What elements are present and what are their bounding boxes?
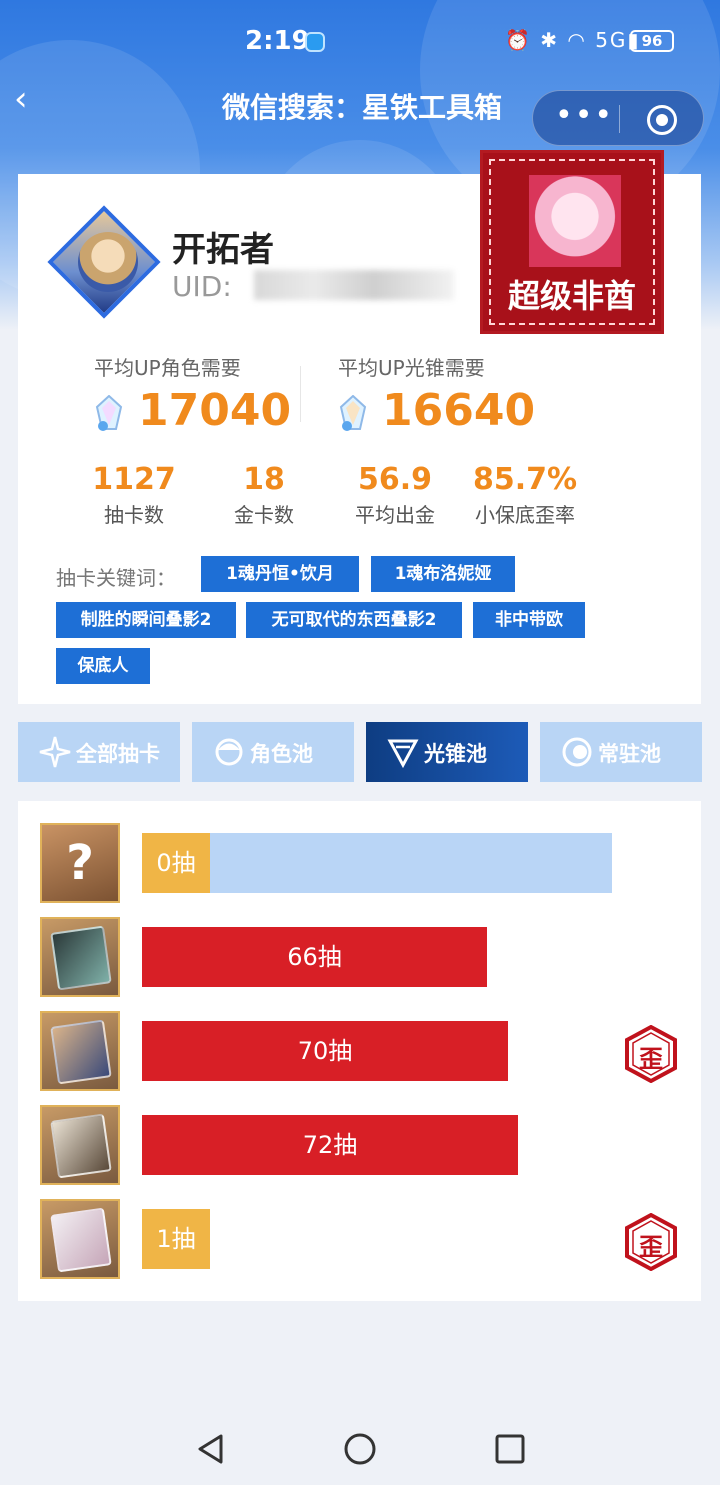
status-bar: 2:19 ⏰ ✱ ◠ 5G▮ 96 xyxy=(0,18,720,68)
stat-avg-gold: 56.9 平均出金 xyxy=(325,462,465,528)
light-cone-thumbnail xyxy=(40,1011,120,1091)
status-time: 2:19 xyxy=(245,26,310,56)
tab-label: 全部抽卡 xyxy=(76,742,160,766)
back-triangle-icon[interactable] xyxy=(194,1432,228,1466)
page-title: 微信搜索：星铁工具箱 xyxy=(222,91,503,124)
lost-5050-badge: 歪 xyxy=(622,1024,680,1084)
pull-record-row[interactable]: 1抽 歪 xyxy=(18,1199,701,1279)
keywords-label: 抽卡关键词： xyxy=(56,566,176,590)
pull-bar: 0抽 xyxy=(142,833,210,893)
keyword-tag: 1魂丹恒•饮月 xyxy=(201,556,359,592)
badge-character-portrait xyxy=(529,175,621,267)
stat-loss-rate: 85.7% 小保底歪率 xyxy=(455,462,595,528)
stat-label: 抽卡数 xyxy=(104,503,164,527)
standard-pool-icon xyxy=(562,737,592,767)
pull-record-row[interactable]: ? 0抽 xyxy=(18,823,701,903)
tab-standard-pool[interactable]: 常驻池 xyxy=(540,722,702,782)
light-cone-thumbnail xyxy=(40,1199,120,1279)
avg-light-cone-value: 16640 xyxy=(382,385,536,436)
character-icon xyxy=(215,738,243,766)
tab-label: 角色池 xyxy=(250,742,313,766)
uid-redacted xyxy=(254,270,454,300)
pull-bar-track xyxy=(142,833,612,893)
question-mark-icon: ? xyxy=(66,835,94,891)
pull-records-panel: ? 0抽 66抽 70抽 歪 72抽 1抽 歪 xyxy=(18,801,701,1301)
light-cone-thumbnail xyxy=(40,1105,120,1185)
pull-record-row[interactable]: 70抽 歪 xyxy=(18,1011,701,1091)
close-mini-program-icon[interactable] xyxy=(647,105,677,135)
unknown-item-thumbnail: ? xyxy=(40,823,120,903)
pull-bar: 72抽 xyxy=(142,1115,518,1175)
pull-record-row[interactable]: 72抽 xyxy=(18,1105,701,1185)
stat-value: 18 xyxy=(243,462,285,497)
keyword-tag: 1魂布洛妮娅 xyxy=(371,556,515,592)
pull-bar: 66抽 xyxy=(142,927,487,987)
stat-gold-count: 18 金卡数 xyxy=(194,462,334,528)
battery-icon: 96 xyxy=(630,30,674,52)
tab-light-cone-pool[interactable]: 光锥池 xyxy=(366,722,528,782)
back-button[interactable]: ‹ xyxy=(14,82,44,116)
stellar-jade-icon xyxy=(339,395,367,431)
keyword-tag: 非中带欧 xyxy=(473,602,585,638)
stat-label: 金卡数 xyxy=(234,503,294,527)
light-cone-card-art xyxy=(50,1113,112,1179)
lost-badge-text: 歪 xyxy=(639,1233,663,1261)
light-cone-card-art xyxy=(50,925,112,991)
capsule-divider xyxy=(619,105,620,133)
light-cone-card-art xyxy=(50,1207,112,1273)
keyword-tag: 制胜的瞬间叠影2 xyxy=(56,602,236,638)
recents-square-icon[interactable] xyxy=(493,1432,527,1466)
network-type: 5G xyxy=(595,28,628,52)
home-circle-icon[interactable] xyxy=(343,1432,377,1466)
avg-light-cone-block: 平均UP光锥需要 16640 xyxy=(338,352,535,441)
stat-label: 平均出金 xyxy=(355,503,435,527)
stat-value: 85.7% xyxy=(472,462,578,497)
stat-value: 56.9 xyxy=(357,462,433,497)
super-unlucky-badge: 超级非酋 xyxy=(480,150,664,334)
system-navigation-bar xyxy=(0,1410,720,1485)
pull-bar: 70抽 xyxy=(142,1021,508,1081)
tab-label: 光锥池 xyxy=(424,742,487,766)
sparkle-icon xyxy=(39,736,71,768)
light-cone-icon xyxy=(387,739,419,769)
badge-text: 超级非酋 xyxy=(507,277,636,315)
pull-record-row[interactable]: 66抽 xyxy=(18,917,701,997)
tab-all-pulls[interactable]: 全部抽卡 xyxy=(18,722,180,782)
more-icon[interactable]: ••• xyxy=(555,101,614,131)
avg-character-value: 17040 xyxy=(138,385,292,436)
avatar xyxy=(78,232,138,292)
tab-label: 常驻池 xyxy=(598,742,661,766)
status-icons: ⏰ ✱ ◠ 5G▮ xyxy=(505,28,641,52)
light-cone-card-art xyxy=(50,1019,112,1085)
light-cone-thumbnail xyxy=(40,917,120,997)
avg-character-block: 平均UP角色需要 17040 xyxy=(94,352,291,441)
message-notification-icon xyxy=(305,32,325,52)
lost-5050-badge: 歪 xyxy=(622,1212,680,1272)
player-name: 开拓者 xyxy=(172,230,274,270)
tab-character-pool[interactable]: 角色池 xyxy=(192,722,354,782)
keyword-tag: 无可取代的东西叠影2 xyxy=(246,602,462,638)
uid-label: UID: xyxy=(172,270,232,303)
stat-total-pulls: 1127 抽卡数 xyxy=(64,462,204,528)
mini-program-capsule: ••• xyxy=(532,90,704,146)
avg-light-cone-label: 平均UP光锥需要 xyxy=(338,356,485,380)
pull-bar: 1抽 xyxy=(142,1209,210,1269)
stat-label: 小保底歪率 xyxy=(475,503,575,527)
lost-badge-text: 歪 xyxy=(639,1045,663,1073)
avg-character-label: 平均UP角色需要 xyxy=(94,356,241,380)
keyword-tag: 保底人 xyxy=(56,648,150,684)
stat-value: 1127 xyxy=(92,462,176,497)
stellar-jade-icon xyxy=(95,395,123,431)
stats-divider xyxy=(300,366,301,422)
